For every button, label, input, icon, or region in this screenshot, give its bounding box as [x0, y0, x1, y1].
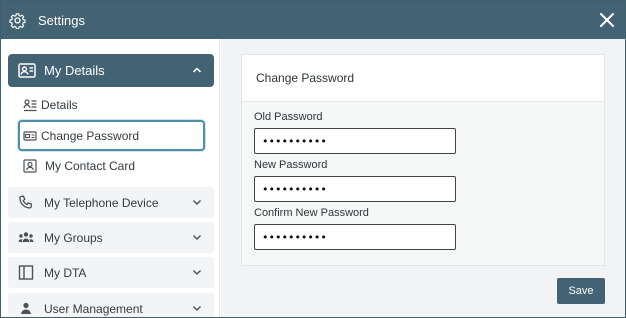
old-password-label: Old Password [254, 111, 323, 123]
sidebar-item-label: My Groups [44, 231, 103, 245]
sidebar: My Details Details Change Password My Co… [1, 39, 220, 317]
contact-card-icon [18, 63, 36, 78]
groups-icon [18, 232, 34, 242]
sidebar-item-user-management[interactable]: User Management [8, 293, 214, 317]
chevron-up-icon [192, 67, 202, 73]
sidebar-item-my-groups[interactable]: My Groups [8, 222, 214, 253]
sidebar-subitem-change-password[interactable]: Change Password [18, 120, 205, 151]
save-button[interactable]: Save [557, 278, 605, 304]
sidebar-subitem-label: My Contact Card [45, 159, 136, 173]
close-icon[interactable] [598, 11, 616, 29]
sidebar-item-label: My DTA [44, 266, 87, 280]
phone-icon [19, 195, 33, 209]
sidebar-item-label: My Details [44, 63, 105, 78]
old-password-field[interactable] [254, 128, 456, 154]
password-card-icon [23, 131, 37, 141]
sidebar-subitem-label: Change Password [41, 129, 140, 143]
new-password-label: New Password [254, 159, 328, 171]
change-password-card: Change Password Old Password New Passwor… [241, 54, 605, 266]
content-area: Change Password Old Password New Passwor… [221, 39, 625, 317]
confirm-password-field[interactable] [254, 224, 456, 250]
contact-card-icon [23, 159, 37, 173]
sidebar-subitem-details[interactable]: Details [18, 90, 205, 120]
sidebar-item-label: My Telephone Device [44, 196, 159, 210]
sidebar-subitem-my-contact-card[interactable]: My Contact Card [18, 151, 205, 181]
chevron-down-icon [193, 200, 201, 205]
details-list-icon [23, 99, 37, 112]
sidebar-item-label: User Management [44, 302, 143, 316]
chevron-down-icon [193, 306, 201, 311]
window-title: Settings [38, 13, 85, 28]
title-bar: Settings [1, 1, 625, 39]
card-title: Change Password [256, 71, 355, 85]
dta-icon [18, 265, 34, 280]
gear-icon [9, 13, 26, 29]
chevron-down-icon [193, 235, 201, 240]
confirm-password-label: Confirm New Password [254, 207, 369, 219]
sidebar-item-my-dta[interactable]: My DTA [8, 257, 214, 288]
card-header: Change Password [242, 55, 604, 102]
sidebar-item-my-telephone-device[interactable]: My Telephone Device [8, 187, 214, 218]
sidebar-subitem-label: Details [41, 98, 78, 112]
new-password-field[interactable] [254, 176, 456, 202]
sidebar-item-my-details[interactable]: My Details [8, 54, 214, 87]
settings-window: Settings My Details Details Change Passw… [0, 0, 626, 318]
chevron-down-icon [193, 270, 201, 275]
user-management-icon [21, 302, 31, 314]
